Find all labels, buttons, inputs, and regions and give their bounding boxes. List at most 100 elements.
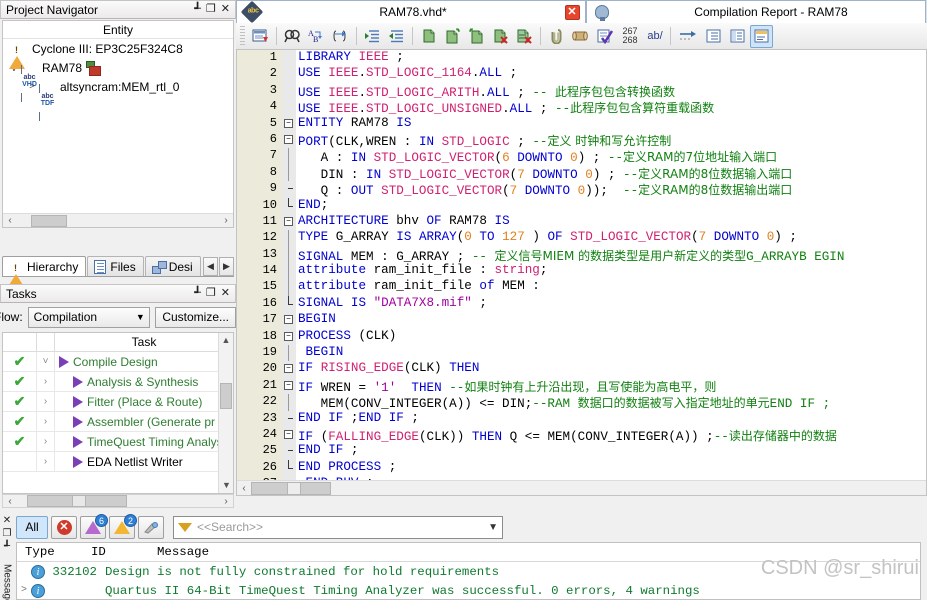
code-line[interactable]: 26 END PROCESS ; [237,459,926,476]
scroll-right-icon[interactable]: › [219,496,233,507]
find-icon[interactable] [281,25,304,48]
tasks-hscrollbar[interactable]: ‹ › [2,494,234,508]
fold-collapse-icon[interactable]: − [284,118,293,128]
code-line[interactable]: 12 TYPE G_ARRAY IS ARRAY(0 TO 127 ) OF ST… [237,230,926,247]
tab-design-units[interactable]: Desi [144,256,201,276]
code-line[interactable]: 4 USE IEEE.STD_LOGIC_UNSIGNED.ALL ; --此程序… [237,99,926,116]
pin-icon[interactable]: ┹ [4,541,10,552]
task-twisty-icon[interactable]: › [37,391,55,412]
task-row[interactable]: › EDA Netlist Writer [3,451,233,472]
expand-twisty-icon[interactable]: > [17,585,31,596]
check-file-icon[interactable] [593,25,616,48]
toolbar-grip[interactable] [240,26,245,46]
tab-ram78-vhd[interactable]: abc RAM78.vhd* ✕ [236,0,586,24]
tab-files[interactable]: Files [87,256,144,276]
search-input[interactable]: <<Search>> ▼ [173,515,503,539]
code-line[interactable]: 15 attribute ram_init_file of MEM : [237,279,926,296]
code-line[interactable]: 11− ARCHITECTURE bhv OF RAM78 IS [237,214,926,230]
run-task-icon[interactable] [73,395,83,408]
code-line[interactable]: 24− IF (FALLING_EDGE(CLK)) THEN Q <= MEM(… [237,427,926,444]
restore-icon[interactable]: ❐ [206,288,216,299]
run-task-icon[interactable] [73,415,83,428]
flow-select[interactable]: Compilation ▼ [27,306,151,328]
document-tabbar[interactable]: abc RAM78.vhd* ✕ Compilation Report - RA… [236,0,927,24]
task-twisty-icon[interactable]: ˅ [37,351,55,372]
task-row[interactable]: ✔ ˅ Compile Design [3,351,233,372]
chevron-down-icon[interactable]: ▼ [488,522,498,533]
comment-icon[interactable] [417,25,440,48]
code-line[interactable]: 19 BEGIN [237,345,926,362]
remove-comment-icon[interactable] [489,25,512,48]
critical-warning-filter-button[interactable]: 6 [80,513,108,539]
messages-grid[interactable]: Type ID Message i 332102 Design is not ful… [16,542,921,600]
show-lines-icon[interactable] [702,25,725,48]
tab-close-button[interactable]: ✕ [559,4,585,20]
project-navigator-tree[interactable]: Entity Cyclone III: EP3C25F324C8 v abcVH… [2,20,234,228]
messages-toolbar[interactable]: All ✕ 6 2 <<Search>> ▼ [16,513,921,540]
tab-hierarchy[interactable]: Hierarchy [2,256,87,285]
tree-item-device[interactable]: Cyclone III: EP3C25F324C8 [3,39,233,69]
insert-template-icon[interactable] [249,25,272,48]
bookmark-icon[interactable] [545,25,568,48]
restore-icon[interactable]: ❐ [3,528,12,539]
code-editor[interactable]: 1 LIBRARY IEEE ; 2 USE IEEE.STD_LOGIC_1164.… [236,50,927,496]
task-row[interactable]: ✔ › Assembler (Generate pr [3,411,233,432]
goto-line-icon[interactable] [329,25,352,48]
reverse-comment-icon[interactable] [465,25,488,48]
fold-collapse-icon[interactable]: − [284,134,293,144]
code-line[interactable]: 5− ENTITY RAM78 IS [237,116,926,132]
run-task-icon[interactable] [73,455,83,468]
panel-icon[interactable] [750,24,773,48]
code-line[interactable]: 8 DIN : IN STD_LOGIC_VECTOR(7 DOWNTO 0) … [237,164,926,182]
task-twisty-icon[interactable]: › [37,451,55,472]
pin-icon[interactable]: ┹ [194,4,201,15]
code-text[interactable]: 1 LIBRARY IEEE ; 2 USE IEEE.STD_LOGIC_1164.… [237,50,926,495]
code-line[interactable]: 23 END IF ;END IF ; [237,411,926,427]
pin-icon[interactable]: ┹ [194,288,201,299]
fold-collapse-icon[interactable]: − [284,380,293,390]
close-icon[interactable]: ✕ [564,4,580,20]
task-row[interactable]: ✔ › Analysis & Synthesis [3,371,233,392]
task-twisty-icon[interactable]: › [37,371,55,392]
code-line[interactable]: 6− PORT(CLK,WREN : IN STD_LOGIC ; --定义 时钟… [237,132,926,149]
script-icon[interactable] [569,25,592,48]
code-line[interactable]: 10 END; [237,197,926,214]
fold-collapse-icon[interactable]: − [284,315,293,325]
run-task-icon[interactable] [73,435,83,448]
run-task-icon[interactable] [73,375,83,388]
code-line[interactable]: 16 SIGNAL IS "DATA7X8.mif" ; [237,295,926,312]
code-line[interactable]: 13 SIGNAL MEM : G_ARRAY ; -- 定义信号MIEM 的数据… [237,246,926,264]
fold-collapse-icon[interactable]: − [284,429,293,439]
decrease-indent-icon[interactable] [385,25,408,48]
code-line[interactable]: 7 A : IN STD_LOGIC_VECTOR(6 DOWNTO 0) ; … [237,148,926,165]
task-row[interactable]: ✔ › TimeQuest Timing Analys [3,431,233,452]
task-twisty-icon[interactable]: › [37,431,55,452]
code-line[interactable]: 20− IF RISING_EDGE(CLK) THEN [237,361,926,377]
scroll-left-icon[interactable]: ‹ [3,215,17,226]
goto-icon[interactable] [675,25,701,48]
code-line[interactable]: 1 LIBRARY IEEE ; [237,50,926,66]
code-line[interactable]: 14 attribute ram_init_file : string; [237,263,926,280]
scroll-up-icon[interactable]: ▲ [219,333,233,348]
tab-scroll-right-icon[interactable]: ▶ [219,257,234,276]
info-suppressed-filter-button[interactable] [138,515,164,539]
fold-collapse-icon[interactable]: − [284,216,293,226]
scroll-left-icon[interactable]: ‹ [237,483,251,494]
scroll-down-icon[interactable]: ▼ [219,478,233,493]
tab-compilation-report[interactable]: Compilation Report - RAM78 [586,0,926,23]
run-task-icon[interactable] [59,355,69,368]
editor-toolbar[interactable]: AB 267 268 ab/ [236,23,927,50]
code-line[interactable]: 21− IF WREN = '1' THEN --如果时钟有上升沿出现，且写使能为… [237,378,926,395]
tasks-grid[interactable]: Task ✔ ˅ Compile Design ✔ › Analysis & Synthe… [2,332,234,494]
tab-scroll-controls[interactable]: ◀ ▶ [203,257,234,276]
project-navigator-tabs[interactable]: Hierarchy Files Desi ◀ ▶ [2,256,234,285]
scroll-right-icon[interactable]: › [219,215,233,226]
code-line[interactable]: 9 Q : OUT STD_LOGIC_VECTOR(7 DOWNTO 0));… [237,181,926,198]
editor-hscrollbar[interactable]: ‹ [237,480,926,495]
close-icon[interactable]: ✕ [221,288,230,299]
warning-filter-button[interactable]: 2 [109,513,137,539]
all-filter-button[interactable]: All [16,515,48,539]
code-line[interactable]: 22 MEM(CONV_INTEGER(A)) <= DIN;--RAM 数据口… [237,394,926,411]
error-filter-button[interactable]: ✕ [51,515,77,539]
code-line[interactable]: 18− PROCESS (CLK) [237,329,926,345]
